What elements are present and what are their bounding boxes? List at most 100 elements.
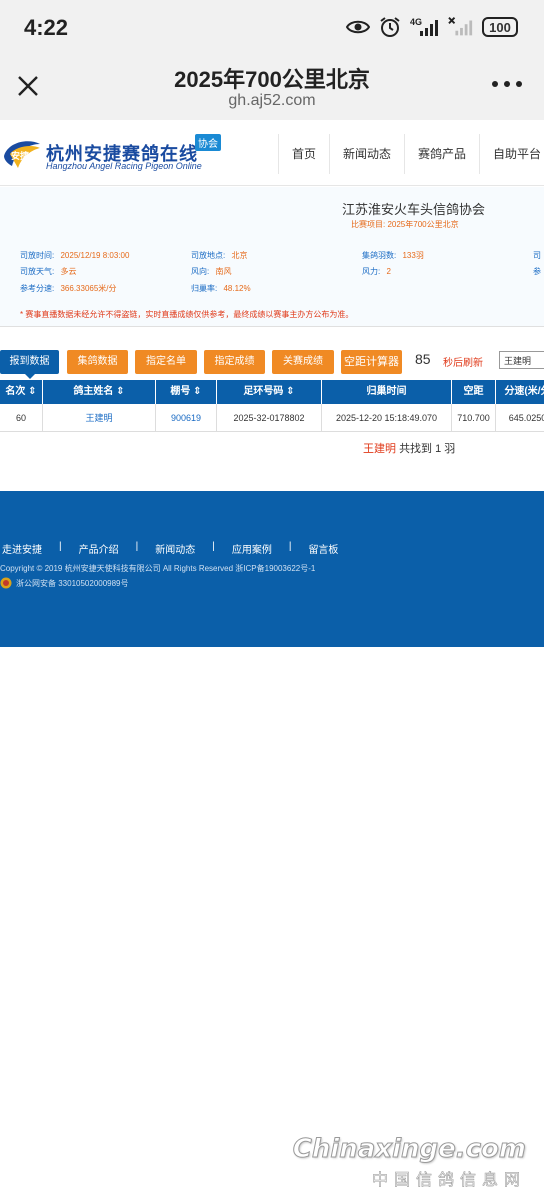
tab-collect-data[interactable]: 集鸽数据 <box>67 350 128 374</box>
release-time-label: 司放时间: <box>20 251 55 260</box>
cut-col-1: 司 <box>533 251 541 260</box>
status-bar: 4:22 4G 100 <box>0 0 544 56</box>
cell-rank: 60 <box>0 404 43 432</box>
eye-icon <box>346 20 370 34</box>
logo-icon[interactable]: 安捷 <box>2 136 42 172</box>
footer-link-cases[interactable]: 应用案例 <box>232 541 272 556</box>
collected-label: 集鸽羽数: <box>362 251 397 260</box>
cell-owner[interactable]: 王建明 <box>43 404 156 432</box>
tab-designated-list[interactable]: 指定名单 <box>135 350 197 374</box>
logo-badge: 协会 <box>195 134 221 151</box>
site-header: 安捷 杭州安捷赛鸽在线 Hangzhou Angel Racing Pigeon… <box>0 120 544 186</box>
col-distance: 空距 <box>452 380 496 404</box>
table-row: 60 王建明 900619 2025-32-0178802 2025-12-20… <box>0 404 544 432</box>
footer-link-about[interactable]: 走进安捷 <box>2 541 42 556</box>
found-text: 共找到 1 羽 <box>399 443 456 455</box>
cut-col-2: 参 <box>533 267 541 276</box>
race-item: 比赛项目: 2025年700公里北京 <box>351 220 459 229</box>
wind-dir-label: 风向: <box>191 267 210 276</box>
signal-x-icon <box>448 17 473 36</box>
battery-icon: 100 <box>482 17 518 37</box>
collected-count: 集鸽羽数: 133羽 <box>362 250 424 261</box>
page-title: 2025年700公里北京 <box>174 67 370 92</box>
ref-speed-value: 366.33065米/分 <box>60 284 117 293</box>
search-result-summary: 王建明 共找到 1 羽 <box>363 440 455 456</box>
table-header-row: 名次 ⇕ 鸽主姓名 ⇕ 棚号 ⇕ 足环号码 ⇕ 归巢时间 空距 分速(米/分 <box>0 380 544 404</box>
tab-final-results[interactable]: 关赛成绩 <box>272 350 334 374</box>
footer-links: 走进安捷 | 产品介绍 | 新闻动态 | 应用案例 | 留言板 <box>2 541 338 556</box>
weather-value: 多云 <box>60 267 77 276</box>
tab-checkin-data[interactable]: 报到数据 <box>0 350 59 374</box>
police-record: 浙公网安备 33010502000989号 <box>0 577 129 589</box>
nav-products[interactable]: 赛鸽产品 <box>404 134 479 174</box>
col-arrival-time: 归巢时间 <box>322 380 452 404</box>
search-input[interactable] <box>499 351 544 369</box>
watermark-en: Chinaxinge.com <box>292 1134 526 1165</box>
wind-power-value: 2 <box>386 267 391 276</box>
site-footer: 走进安捷 | 产品介绍 | 新闻动态 | 应用案例 | 留言板 Copyrigh… <box>0 491 544 647</box>
col-rank[interactable]: 名次 ⇕ <box>0 380 43 404</box>
wind-power: 风力: 2 <box>362 266 391 277</box>
nav-news[interactable]: 新闻动态 <box>329 134 404 174</box>
cell-speed: 645.0250 <box>496 404 544 432</box>
return-rate-label: 归巢率: <box>191 284 218 293</box>
cell-distance: 710.700 <box>452 404 496 432</box>
col-speed: 分速(米/分 <box>496 380 544 404</box>
footer-separator: | <box>212 541 215 552</box>
col-owner[interactable]: 鸽主姓名 ⇕ <box>43 380 156 404</box>
release-place-value: 北京 <box>231 251 248 260</box>
status-icons: 4G 100 <box>346 16 518 38</box>
footer-link-products[interactable]: 产品介绍 <box>79 541 119 556</box>
distance-calculator-button[interactable]: 空距计算器 <box>341 350 402 374</box>
watermark: Chinaxinge.com 中国信鸽信息网 <box>292 1134 526 1190</box>
logo-mark-text: 安捷 <box>11 150 30 162</box>
col-loft[interactable]: 棚号 ⇕ <box>156 380 217 404</box>
main-nav: 首页 新闻动态 赛鸽产品 自助平台 <box>278 134 544 174</box>
status-time: 4:22 <box>24 15 69 40</box>
data-toolbar: 报到数据 集鸽数据 指定名单 指定成绩 关赛成绩 空距计算器 85 秒后刷新 <box>0 347 544 379</box>
release-place: 司放地点: 北京 <box>191 250 247 261</box>
network-label: 4G <box>410 17 422 27</box>
release-time-value: 2025/12/19 8:03:00 <box>60 251 130 260</box>
race-info-panel: 江苏淮安火车头信鸽协会 比赛项目: 2025年700公里北京 司放时间: 202… <box>0 187 544 327</box>
wind-direction: 风向: 南风 <box>191 266 231 277</box>
release-time: 司放时间: 2025/12/19 8:03:00 <box>20 250 129 261</box>
found-name: 王建明 <box>363 443 396 455</box>
logo-subtitle: Hangzhou Angel Racing Pigeon Online <box>46 161 202 171</box>
tab-designated-results[interactable]: 指定成绩 <box>204 350 265 374</box>
footer-separator: | <box>59 541 62 552</box>
notice-text: * 赛事直播数据未经允许不得盗链，实时直播成绩仅供参考，最终成绩以赛事主办方公布… <box>20 310 354 319</box>
nav-self-service[interactable]: 自助平台 <box>479 134 544 174</box>
weather: 司放天气: 多云 <box>20 266 76 277</box>
cell-ring: 2025-32-0178802 <box>217 404 322 432</box>
organization-name: 江苏淮安火车头信鸽协会 <box>342 202 486 217</box>
wind-dir-value: 南风 <box>215 267 232 276</box>
collected-value: 133羽 <box>402 251 424 260</box>
footer-separator: | <box>288 541 292 552</box>
footer-separator: | <box>135 541 139 552</box>
refresh-countdown: 85 <box>415 351 431 367</box>
nav-home[interactable]: 首页 <box>278 134 329 174</box>
weather-label: 司放天气: <box>20 267 55 276</box>
copyright-text: Copyright © 2019 杭州安捷天使科技有限公司 All Rights… <box>0 564 316 573</box>
browser-title-bar: 2025年700公里北京 gh.aj52.com <box>0 56 544 120</box>
cell-arrival-time: 2025-12-20 15:18:49.070 <box>322 404 452 432</box>
police-badge-icon <box>0 577 12 589</box>
release-place-label: 司放地点: <box>191 251 226 260</box>
watermark-cn: 中国信鸽信息网 <box>371 1172 526 1190</box>
cell-loft[interactable]: 900619 <box>156 404 217 432</box>
footer-link-news[interactable]: 新闻动态 <box>155 541 195 556</box>
page-url: gh.aj52.com <box>228 92 316 109</box>
refresh-label: 秒后刷新 <box>443 358 483 369</box>
active-tab-indicator <box>24 373 36 379</box>
more-icon[interactable] <box>492 78 522 90</box>
col-ring[interactable]: 足环号码 ⇕ <box>217 380 322 404</box>
wind-power-label: 风力: <box>362 267 381 276</box>
alarm-icon <box>380 17 400 37</box>
signal-4g-icon: 4G <box>410 17 438 36</box>
footer-link-guestbook[interactable]: 留言板 <box>308 541 338 556</box>
reference-speed: 参考分速: 366.33065米/分 <box>20 283 117 294</box>
return-rate: 归巢率: 48.12% <box>191 283 251 294</box>
police-record-text[interactable]: 浙公网安备 33010502000989号 <box>16 578 129 589</box>
ref-speed-label: 参考分速: <box>20 284 55 293</box>
